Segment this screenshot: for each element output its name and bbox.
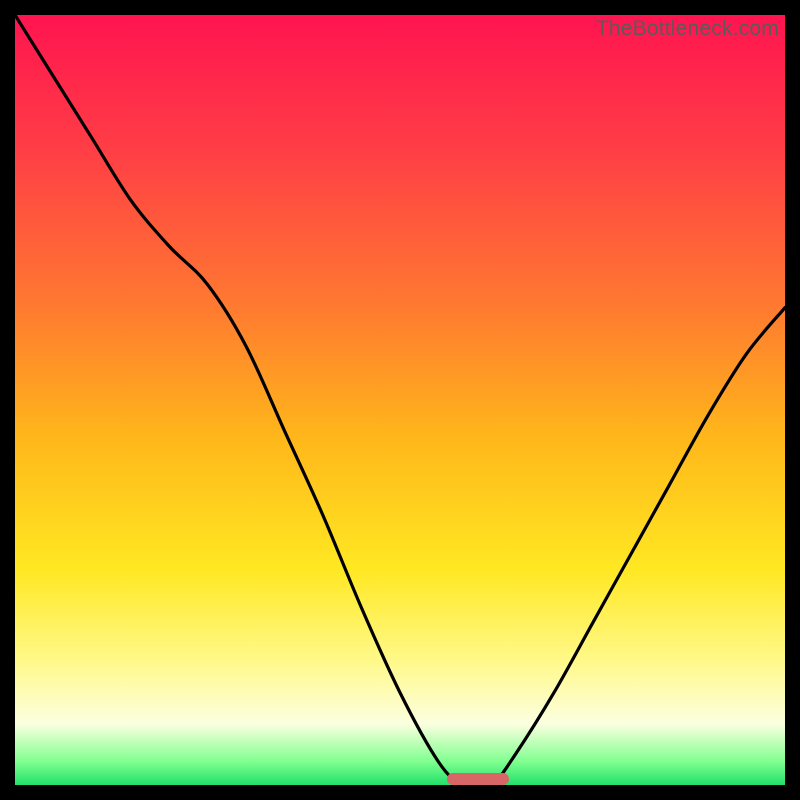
plot-area: TheBottleneck.com: [15, 15, 785, 785]
bottleneck-curve: [15, 15, 785, 785]
chart-frame: TheBottleneck.com: [0, 0, 800, 800]
optimal-range-marker: [447, 773, 509, 785]
